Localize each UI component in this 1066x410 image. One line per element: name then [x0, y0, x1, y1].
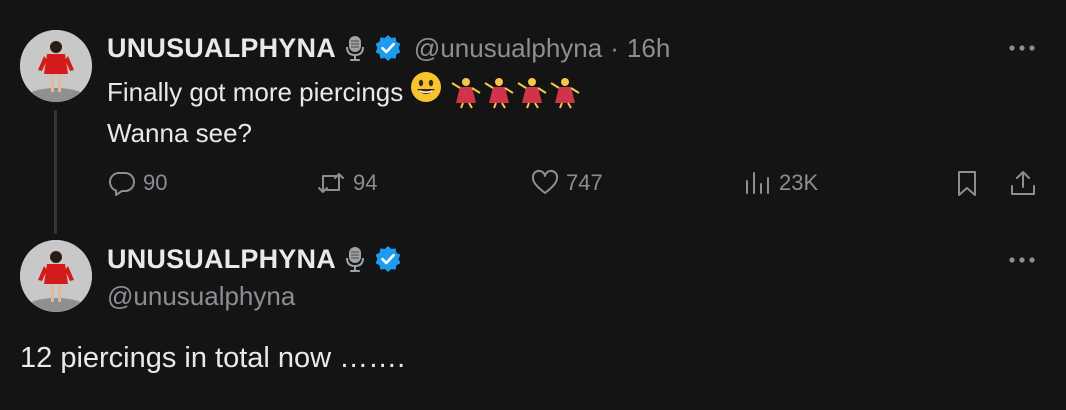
timestamp[interactable]: 16h [627, 33, 670, 64]
reply-text: 12 piercings in total now ……. [20, 342, 406, 374]
like-button[interactable]: 747 [530, 168, 603, 198]
dancer-emoji-icon [449, 75, 581, 109]
retweet-button[interactable]: 94 [315, 168, 377, 198]
reply-button[interactable]: 90 [107, 168, 167, 198]
bookmark-icon[interactable] [952, 168, 982, 203]
reply-avatar[interactable] [20, 240, 92, 312]
reply-handle[interactable]: @unusualphyna [107, 281, 295, 312]
verified-badge-icon[interactable] [374, 34, 402, 62]
retweet-icon [318, 173, 344, 193]
views-icon [746, 172, 769, 194]
separator: · [610, 32, 619, 63]
microphone-badge-icon [344, 34, 366, 62]
verified-badge-icon[interactable] [374, 245, 402, 273]
reply-count: 90 [143, 170, 168, 195]
share-icon[interactable] [1008, 168, 1038, 203]
tweet-text-line1: Finally got more piercings [107, 77, 404, 107]
reply-header: UNUSUALPHYNA [107, 241, 402, 277]
tweet-text: Finally got more piercings Wanna see? [107, 70, 581, 152]
smiley-emoji-icon [409, 70, 443, 114]
handle[interactable]: @unusualphyna [414, 33, 602, 64]
avatar-image [20, 240, 92, 312]
tweet-header: UNUSUALPHYNA @unusualphyna · 16h [107, 30, 670, 66]
display-name[interactable]: UNUSUALPHYNA [107, 33, 336, 64]
reply-icon [108, 171, 135, 196]
views-count: 23K [779, 170, 819, 195]
avatar-image [20, 30, 92, 102]
more-icon[interactable] [1007, 34, 1037, 65]
retweet-count: 94 [353, 170, 378, 195]
reply-display-name[interactable]: UNUSUALPHYNA [107, 244, 336, 275]
tweet-text-line2: Wanna see? [107, 118, 253, 148]
more-icon[interactable] [1007, 246, 1037, 277]
like-count: 747 [566, 170, 603, 195]
views-button[interactable]: 23K [743, 168, 818, 198]
avatar[interactable] [20, 30, 92, 102]
heart-icon [531, 169, 559, 194]
thread-connector [54, 110, 57, 234]
microphone-badge-icon [344, 245, 366, 273]
